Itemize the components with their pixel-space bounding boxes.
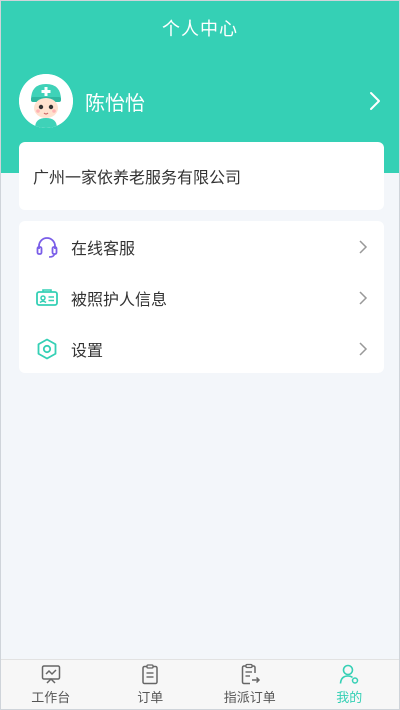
page-title: 个人中心	[162, 19, 238, 40]
tab-label: 我的	[336, 691, 363, 706]
user-name: 陈怡怡	[85, 90, 145, 115]
company-card: 广州一家依养老服务有限公司	[19, 142, 384, 210]
menu-card: 在线客服 被照护人信息 设置	[19, 221, 384, 373]
id-card-icon	[36, 288, 58, 306]
menu-item-label: 在线客服	[71, 238, 136, 258]
company-name: 广州一家依养老服务有限公司	[33, 168, 242, 187]
menu-item-online-service[interactable]: 在线客服	[19, 221, 384, 272]
bottom-tab-bar: 工作台 订单 指派订单 我的	[1, 659, 399, 709]
headset-icon	[36, 236, 58, 258]
user-icon	[339, 664, 359, 684]
profile-row[interactable]: 陈怡怡	[19, 73, 383, 129]
tab-label: 指派订单	[223, 691, 276, 706]
tab-workbench[interactable]: 工作台	[1, 660, 101, 709]
tab-orders[interactable]: 订单	[101, 660, 201, 709]
nurse-avatar-icon	[19, 74, 73, 128]
tab-mine[interactable]: 我的	[300, 660, 400, 709]
tab-label: 订单	[137, 691, 164, 706]
tab-assign-orders[interactable]: 指派订单	[200, 660, 300, 709]
chevron-right-icon	[359, 341, 368, 356]
chevron-right-icon	[359, 239, 368, 254]
menu-item-label: 设置	[71, 340, 104, 360]
chevron-right-icon[interactable]	[367, 90, 383, 112]
menu-item-care-recipient-info[interactable]: 被照护人信息	[19, 272, 384, 323]
settings-hexagon-icon	[37, 338, 57, 359]
menu-item-settings[interactable]: 设置	[19, 323, 384, 374]
assign-order-icon	[241, 663, 260, 685]
tab-label: 工作台	[31, 691, 71, 706]
clipboard-icon	[142, 664, 158, 685]
menu-item-label: 被照护人信息	[71, 289, 168, 309]
workbench-icon	[41, 665, 60, 684]
avatar	[19, 74, 73, 128]
chevron-right-icon	[359, 290, 368, 305]
